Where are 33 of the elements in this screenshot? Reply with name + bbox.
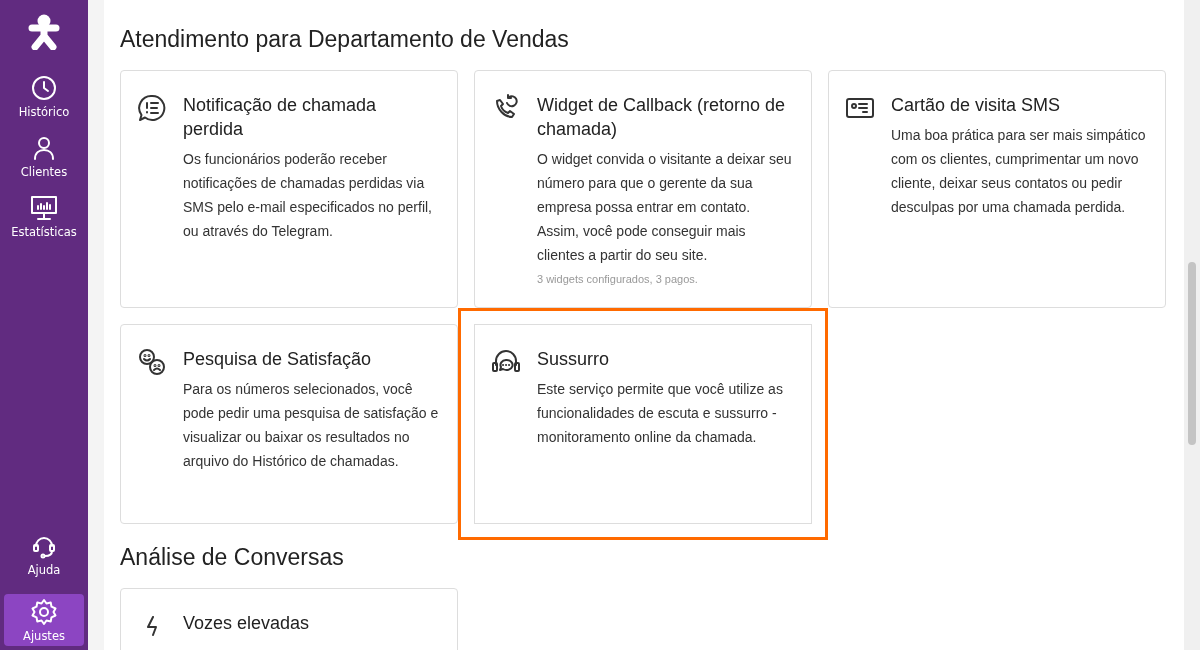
card-title: Vozes elevadas (183, 612, 311, 635)
card-title: Notificação de chamada perdida (183, 94, 378, 141)
sidebar-item[interactable]: Ajuda (4, 528, 84, 580)
feature-card[interactable]: Cartão de visita SMS Uma boa prática para ser mais simpático com os clientes, cumprimentar um novo cliente, deixar seus contatos ou pedir desculpas por uma chamada perdida. (828, 70, 1166, 308)
feature-card[interactable]: Notificação de chamada perdida Os funcionários poderão receber notificações de chamadas perdidas via SMS pelo e-mail especificados no perfil, ou através do Telegram. (120, 70, 458, 308)
chat-bubble-icon (137, 93, 167, 123)
card-note: 3 widgets configurados, 3 pagos. (537, 273, 699, 285)
lightning-icon (146, 616, 158, 636)
faces-icon (137, 347, 167, 377)
section-title: Análise de Conversas (120, 543, 345, 572)
feature-card[interactable] (474, 70, 812, 308)
clock-icon (30, 74, 58, 102)
card-title: Sussurro (537, 348, 611, 371)
scrollbar-thumb[interactable] (1188, 262, 1196, 445)
feature-card[interactable]: Pesquisa de Satisfação Para os números selecionados, você pode pedir uma pesquisa de satisfação e visualizar ou baixar os resultados no arquivo do Histórico de chamadas. (120, 324, 458, 524)
sidebar-item[interactable]: Clientes (4, 130, 84, 182)
card-description: Para os números selecionados, você pode pedir uma pesquisa de satisfação e visualizar ou baixar os resultados no arquivo do Histórico de chamadas. (183, 380, 440, 471)
section-title: Atendimento para Departamento de Vendas (120, 25, 570, 54)
monitor-chart-icon (30, 194, 58, 222)
feature-card[interactable]: Vozes elevadas (120, 588, 458, 650)
card-description: O widget convida o visitante a deixar seu número para que o gerente da sua empresa possa entrar em contato. Assim, você pode conseguir mais clientes a partir do seu site. (537, 150, 793, 265)
sidebar-item[interactable]: Ajustes (4, 594, 84, 646)
card-title: Widget de Callback (retorno de chamada) (537, 94, 787, 141)
settings-icon (30, 598, 58, 626)
sidebar-item[interactable]: Estatísticas (4, 190, 84, 242)
sidebar-item[interactable]: Histórico (4, 70, 84, 122)
logo-icon (28, 14, 60, 50)
scrollbar[interactable] (1184, 0, 1200, 650)
card-title: Pesquisa de Satisfação (183, 348, 373, 371)
card-description: Os funcionários poderão receber notificações de chamadas perdidas via SMS pelo e-mail especificados no perfil, ou através do Telegram. (183, 150, 433, 241)
card-description: Uma boa prática para ser mais simpático com os clientes, cumprimentar um novo cliente, deixar seus contatos ou pedir desculpas por uma chamada perdida. (891, 126, 1147, 217)
card-title: Cartão de visita SMS (891, 94, 1062, 117)
card-description: Este serviço permite que você utilize as funcionalidades de escuta e sussurro - monitoramento online da chamada. (537, 380, 784, 447)
